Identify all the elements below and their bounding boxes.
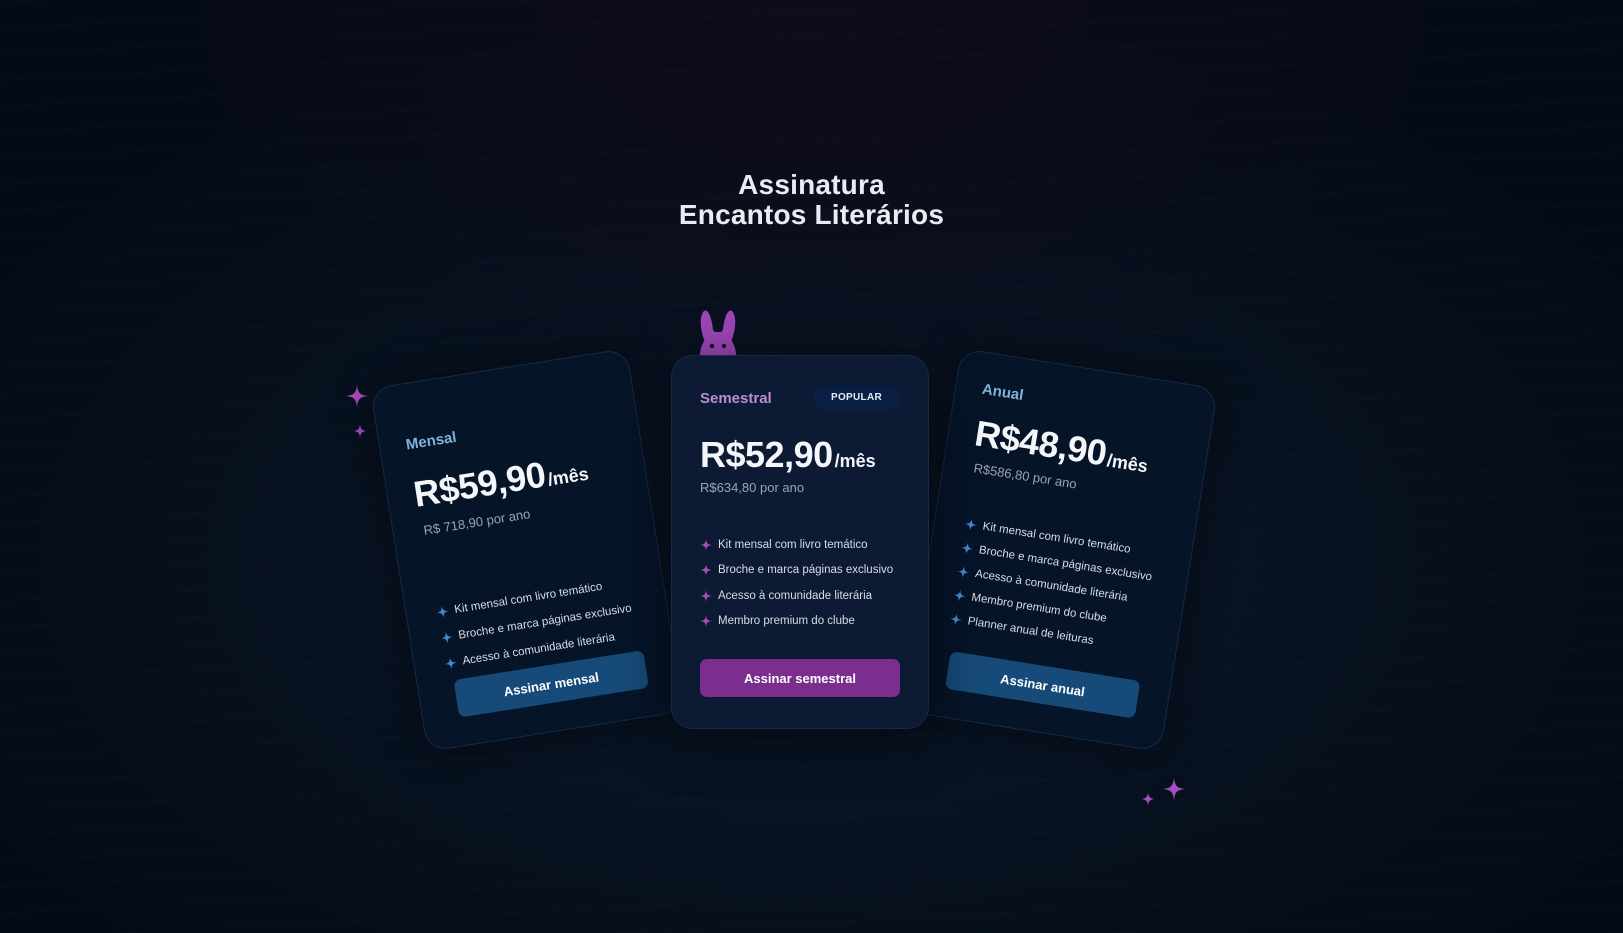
sparkle-icon (346, 385, 368, 407)
subscribe-semestral-button[interactable]: Assinar semestral (700, 659, 900, 697)
feature-text: Broche e marca páginas exclusivo (718, 564, 894, 577)
pricing-page: Assinatura Encantos Literários Mensal R$… (0, 0, 1623, 933)
sparkle-icon (353, 424, 367, 438)
price-period: /mês (834, 451, 876, 471)
feature-text: Kit mensal com livro temático (718, 538, 868, 551)
feature-item: Kit mensal com livro temático (700, 532, 893, 558)
page-title: Assinatura Encantos Literários (0, 170, 1623, 230)
price-amount: R$52,90 (700, 434, 833, 475)
sparkle-icon (700, 615, 712, 628)
sparkle-icon (961, 542, 974, 555)
page-title-line-2: Encantos Literários (678, 199, 945, 230)
sparkle-icon (436, 606, 449, 618)
plan-price: R$52,90/mês (700, 434, 876, 476)
popular-badge: POPULAR (813, 386, 900, 410)
plan-name: Anual (980, 380, 1025, 405)
feature-list: Kit mensal com livro temático Broche e m… (948, 512, 1158, 661)
subscribe-anual-button[interactable]: Assinar anual (944, 651, 1141, 719)
plan-card-semestral: Semestral POPULAR R$52,90/mês R$634,80 p… (671, 355, 929, 729)
sparkle-icon (700, 538, 712, 551)
sparkle-icon (957, 566, 970, 578)
yearly-price: R$634,80 por ano (700, 480, 805, 495)
feature-item: Broche e marca páginas exclusivo (700, 558, 893, 584)
feature-text: Membro premium do clube (718, 615, 855, 628)
feature-list: Kit mensal com livro temático Broche e m… (700, 532, 893, 634)
feature-text: Acesso à comunidade literária (718, 589, 873, 602)
feature-item: Acesso à comunidade literária (700, 583, 893, 609)
sparkle-icon (953, 589, 966, 602)
price-period: /mês (1105, 450, 1150, 477)
sparkle-icon (1141, 792, 1155, 806)
page-title-line-1: Assinatura (738, 169, 885, 200)
sparkle-icon (440, 631, 453, 644)
bunny-icon (700, 310, 736, 356)
sparkle-icon (964, 518, 977, 531)
plan-name: Semestral (700, 390, 772, 407)
sparkle-icon (1163, 778, 1185, 800)
sparkle-icon (700, 564, 712, 577)
plan-card-mensal: Mensal R$59,90/mês R$ 718,90 por ano Kit… (369, 347, 685, 753)
plan-price: R$59,90/mês (411, 447, 591, 516)
plan-card-anual: Anual R$48,90/mês R$586,80 por ano Kit m… (903, 347, 1219, 753)
sparkle-icon (444, 657, 457, 670)
plan-name: Mensal (404, 428, 458, 454)
sparkle-icon (700, 589, 712, 602)
sparkle-icon (949, 613, 962, 626)
price-period: /mês (546, 463, 590, 490)
feature-item: Membro premium do clube (700, 609, 893, 635)
